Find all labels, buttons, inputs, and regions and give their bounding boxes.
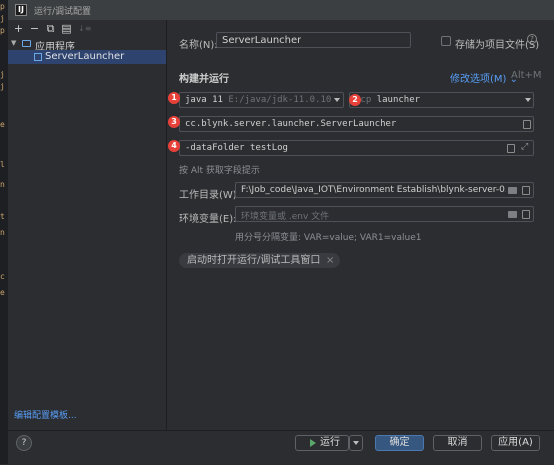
edit-templates-link[interactable]: 编辑配置模板...	[14, 408, 77, 421]
store-as-project-file-checkbox[interactable]	[441, 36, 451, 46]
chevron-down-icon[interactable]: ▼	[11, 39, 16, 47]
cancel-button[interactable]: 取消	[433, 435, 482, 451]
environment-variables-label: 环境变量(E):	[179, 214, 237, 225]
expand-icon[interactable]: ⤢	[521, 142, 528, 152]
working-directory-value: F:\Job_code\Java_IOT\Environment Establi…	[241, 185, 506, 195]
browse-folder-icon[interactable]	[508, 211, 517, 218]
program-arguments-value: -dataFolder testLog	[185, 143, 288, 153]
run-options-dropdown[interactable]	[349, 435, 363, 451]
modify-options-label: 修改选项(M)	[450, 74, 507, 85]
browse-class-icon[interactable]	[523, 120, 531, 129]
jdk-path: E:/java/jdk-11.0.10	[228, 95, 332, 105]
dialog-title: 运行/调试配置	[34, 7, 92, 17]
insert-macro-icon[interactable]	[522, 186, 530, 195]
name-field[interactable]: ServerLauncher	[216, 32, 411, 48]
module-select[interactable]: -cp launcher	[349, 92, 534, 108]
modify-options-shortcut: Alt+M	[511, 70, 542, 81]
chevron-down-icon	[334, 98, 340, 102]
dialog-button-bar: ? 运行 确定 取消 应用(A)	[8, 430, 554, 465]
tree-node-server-launcher[interactable]: ServerLauncher	[8, 50, 166, 64]
browse-folder-icon[interactable]	[508, 187, 517, 194]
program-arguments-field[interactable]: -dataFolder testLog ⤢	[179, 140, 534, 156]
main-class-value: cc.blynk.server.launcher.ServerLauncher	[185, 119, 397, 129]
environment-variables-hint: 用分号分隔变量: VAR=value; VAR1=value1	[235, 233, 422, 243]
tree-node-label: ServerLauncher	[45, 51, 125, 62]
working-directory-field[interactable]: F:\Job_code\Java_IOT\Environment Establi…	[235, 182, 534, 198]
annotation-badge-4: 4	[168, 140, 180, 152]
build-and-run-heading: 构建并运行	[179, 74, 229, 85]
dialog-titlebar[interactable]: IJ 运行/调试配置	[8, 0, 554, 21]
intellij-app-icon: IJ	[15, 4, 27, 16]
chevron-down-icon	[353, 441, 359, 445]
environment-variables-field[interactable]: 环境变量或 .env 文件	[235, 206, 534, 222]
copy-configuration-button[interactable]: ⧉	[44, 22, 57, 35]
jdk-name: java 11	[185, 95, 223, 105]
ok-button[interactable]: 确定	[375, 435, 424, 451]
jdk-select[interactable]: java 11 E:/java/jdk-11.0.10	[179, 92, 344, 108]
field-hint: 按 Alt 获取字段提示	[179, 166, 260, 176]
annotation-badge-3: 3	[168, 116, 180, 128]
run-button-label: 运行	[320, 437, 340, 448]
configuration-tree-pane: + − ⧉ ▤ ↓≡ ▼ 应用程序 ServerLauncher 编辑配置模板.…	[8, 20, 167, 430]
sort-configurations-button[interactable]: ↓≡	[78, 22, 91, 35]
modify-options-link[interactable]: 修改选项(M) ⌄	[450, 70, 518, 85]
move-to-folder-button[interactable]: ▤	[60, 22, 73, 35]
close-icon[interactable]: ×	[326, 253, 334, 268]
application-folder-icon	[22, 40, 31, 47]
edit-variables-icon[interactable]	[522, 210, 530, 219]
main-class-field[interactable]: cc.blynk.server.launcher.ServerLauncher	[179, 116, 534, 132]
environment-variables-placeholder: 环境变量或 .env 文件	[241, 212, 330, 222]
play-icon	[310, 439, 316, 447]
remove-configuration-button[interactable]: −	[28, 22, 41, 35]
annotation-badge-2: 2	[349, 94, 361, 106]
help-button[interactable]: ?	[16, 435, 32, 451]
help-icon[interactable]: ?	[527, 34, 537, 44]
name-value: ServerLauncher	[222, 35, 302, 46]
configuration-editor: 名称(N): ServerLauncher 存储为项目文件(S) ? 构建并运行…	[167, 20, 554, 430]
background-editor-strip: pjp jje lnt nce	[0, 0, 8, 464]
add-configuration-button[interactable]: +	[12, 22, 25, 35]
annotation-badge-1: 1	[168, 92, 180, 104]
insert-macro-icon[interactable]	[507, 144, 515, 153]
tree-node-application[interactable]: ▼ 应用程序	[8, 37, 166, 53]
chevron-down-icon	[525, 98, 531, 102]
working-directory-label: 工作目录(W):	[179, 190, 241, 201]
apply-button[interactable]: 应用(A)	[491, 435, 540, 451]
run-button[interactable]: 运行	[295, 435, 349, 451]
name-label: 名称(N):	[179, 40, 218, 51]
open-tool-window-label: 启动时打开运行/调试工具窗口	[187, 255, 321, 266]
open-tool-window-option-chip[interactable]: 启动时打开运行/调试工具窗口 ×	[179, 253, 341, 268]
module-name: launcher	[376, 95, 421, 105]
run-configuration-icon	[34, 53, 42, 61]
